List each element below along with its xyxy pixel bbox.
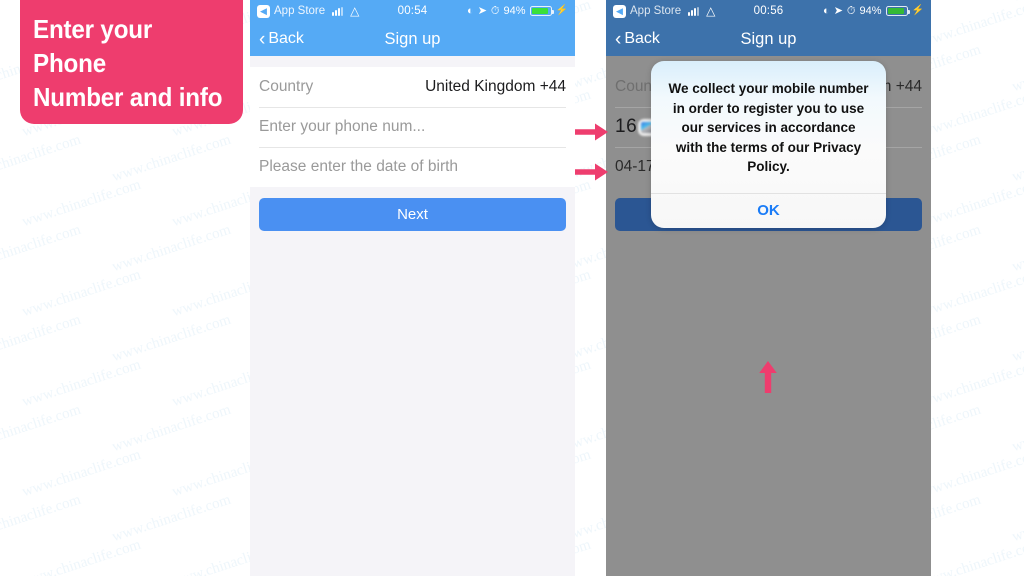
privacy-consent-message: We collect your mobile number in order t… bbox=[668, 81, 869, 175]
watermark-text: www.chinaclife.com bbox=[920, 86, 1024, 141]
watermark-text: www.chinaclife.com bbox=[20, 536, 143, 576]
phone-number-input-one[interactable]: Enter your phone num... bbox=[259, 118, 425, 136]
watermark-text: www.chinaclife.com bbox=[110, 131, 233, 186]
watermark-text: www.chinaclife.com bbox=[920, 356, 1024, 411]
arrow-pointing-to-ok-button bbox=[759, 361, 777, 393]
arrow-pointing-to-dob-field bbox=[575, 163, 608, 181]
watermark-text: www.chinaclife.com bbox=[0, 131, 83, 186]
instruction-line-2: Number and info bbox=[33, 82, 223, 113]
watermark-text: www.chinaclife.com bbox=[0, 491, 83, 546]
watermark-text: www.chinaclife.com bbox=[110, 401, 233, 456]
country-row-one[interactable]: Country United Kingdom +44 bbox=[250, 67, 575, 107]
watermark-text: www.chinaclife.com bbox=[0, 311, 83, 366]
watermark-text: www.chinaclife.com bbox=[920, 176, 1024, 231]
status-bar-two: ◀ App Store △ 00:56 ◐ ➤ ⏱ 94% ⚡ bbox=[606, 0, 931, 22]
instruction-banner: Enter your Phone Number and info bbox=[20, 0, 243, 124]
phone-number-row-one[interactable]: Enter your phone num... bbox=[250, 107, 575, 147]
phone-screenshot-one: ◀ App Store △ 00:54 ◐ ➤ ⏱ 94% ⚡ ‹ Back S… bbox=[250, 0, 575, 576]
watermark-text: www.chinaclife.com bbox=[1010, 221, 1024, 276]
watermark-text: www.chinaclife.com bbox=[20, 356, 143, 411]
instruction-banner-text: Enter your Phone Number and info bbox=[20, 0, 227, 114]
watermark-text: www.chinaclife.com bbox=[920, 536, 1024, 576]
watermark-text: www.chinaclife.com bbox=[20, 176, 143, 231]
watermark-text: www.chinaclife.com bbox=[20, 446, 143, 501]
privacy-consent-dialog: We collect your mobile number in order t… bbox=[651, 61, 886, 228]
watermark-text: www.chinaclife.com bbox=[920, 0, 1024, 51]
watermark-text: www.chinaclife.com bbox=[110, 221, 233, 276]
arrow-pointing-to-phone-field bbox=[575, 123, 608, 141]
watermark-text: www.chinaclife.com bbox=[920, 446, 1024, 501]
watermark-text: www.chinaclife.com bbox=[20, 266, 143, 321]
country-value-one: United Kingdom +44 bbox=[425, 78, 566, 95]
watermark-text: www.chinaclife.com bbox=[1010, 401, 1024, 456]
watermark-text: www.chinaclife.com bbox=[1010, 131, 1024, 186]
page-title-two: Sign up bbox=[740, 29, 797, 48]
watermark-text: www.chinaclife.com bbox=[0, 401, 83, 456]
nav-bar-one: ‹ Back Sign up bbox=[250, 22, 575, 56]
watermark-text: www.chinaclife.com bbox=[1010, 41, 1024, 96]
next-button-one[interactable]: Next bbox=[259, 198, 566, 231]
status-time-two: 00:56 bbox=[753, 5, 784, 17]
signup-form-two: Country United Kingdom +44 16 04-17-1998… bbox=[606, 56, 931, 576]
watermark-text: www.chinaclife.com bbox=[920, 266, 1024, 321]
watermark-text: www.chinaclife.com bbox=[1010, 0, 1024, 6]
signup-form-one: Country United Kingdom +44 Enter your ph… bbox=[250, 56, 575, 576]
country-label-one: Country bbox=[259, 78, 314, 95]
status-bar-one: ◀ App Store △ 00:54 ◐ ➤ ⏱ 94% ⚡ bbox=[250, 0, 575, 22]
watermark-text: www.chinaclife.com bbox=[1010, 311, 1024, 366]
watermark-text: www.chinaclife.com bbox=[110, 311, 233, 366]
battery-icon bbox=[529, 6, 554, 16]
watermark-text: www.chinaclife.com bbox=[0, 221, 83, 276]
watermark-text: www.chinaclife.com bbox=[110, 491, 233, 546]
phone-number-prefix-two: 16 bbox=[615, 116, 638, 137]
battery-icon bbox=[885, 6, 910, 16]
page-title-one: Sign up bbox=[384, 29, 441, 48]
watermark-text: www.chinaclife.com bbox=[1010, 491, 1024, 546]
nav-bar-two: ‹ Back Sign up bbox=[606, 22, 931, 56]
dob-row-one[interactable]: Please enter the date of birth bbox=[250, 147, 575, 187]
phone-screenshot-two: ◀ App Store △ 00:56 ◐ ➤ ⏱ 94% ⚡ ‹ Back S… bbox=[606, 0, 931, 576]
dialog-ok-button[interactable]: OK bbox=[651, 194, 886, 228]
instruction-line-1: Enter your Phone bbox=[33, 13, 153, 78]
next-button-wrap-one: Next bbox=[250, 187, 575, 231]
status-time-one: 00:54 bbox=[397, 5, 428, 17]
dob-input-one[interactable]: Please enter the date of birth bbox=[259, 158, 458, 176]
form-top-gap-one bbox=[250, 56, 575, 67]
